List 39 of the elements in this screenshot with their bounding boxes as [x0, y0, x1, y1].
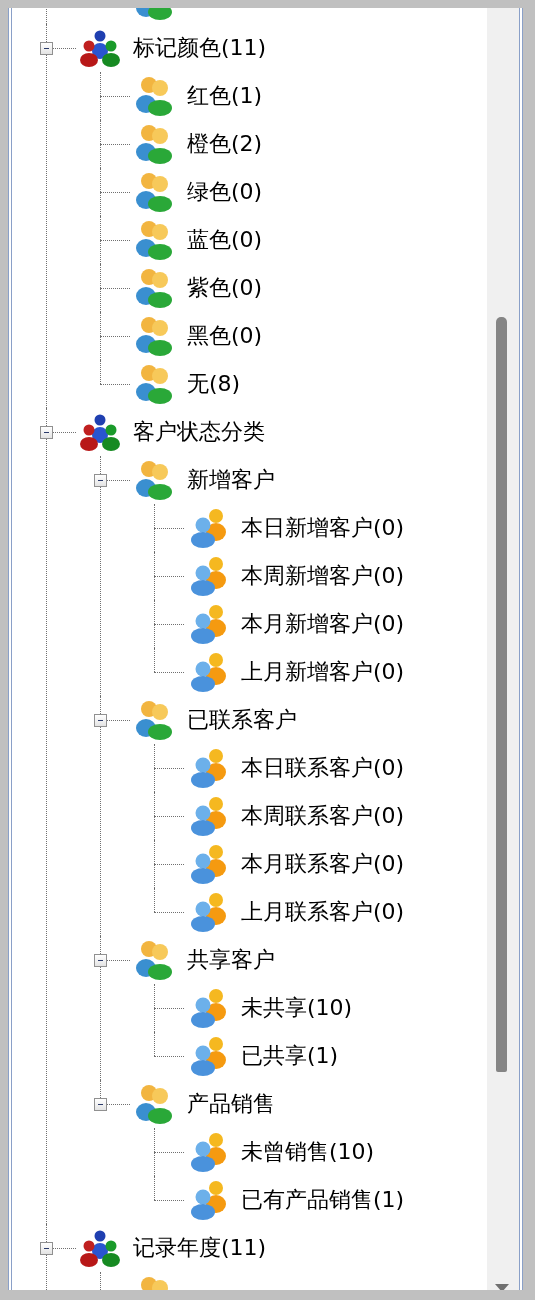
scroll-down-arrow-icon[interactable] — [495, 1284, 509, 1290]
tree-item[interactable]: 本周新增客户(0) — [241, 561, 405, 591]
tree-item[interactable]: 上月联系客户(0) — [241, 897, 405, 927]
collapse-button[interactable] — [94, 954, 107, 967]
three-people-icon — [78, 28, 122, 68]
tree-item[interactable]: 本日新增客户(0) — [241, 513, 405, 543]
tree-item[interactable]: 未共享(10) — [241, 993, 353, 1023]
tree-item[interactable]: 新增客户 — [187, 465, 275, 495]
tree-item[interactable]: 本周联系客户(0) — [241, 801, 405, 831]
tree-item[interactable]: 紫色(0) — [187, 273, 263, 303]
tree-item[interactable]: 本月联系客户(0) — [241, 849, 405, 879]
collapse-button[interactable] — [40, 1242, 53, 1255]
tree-item[interactable]: 产品销售 — [187, 1089, 275, 1119]
tree-item[interactable]: 未曾销售(10) — [241, 1137, 375, 1167]
scrollbar-thumb[interactable] — [496, 317, 507, 1072]
three-people-icon — [78, 1228, 122, 1268]
collapse-button[interactable] — [94, 474, 107, 487]
tree-item[interactable]: 橙色(2) — [187, 129, 263, 159]
tree-item[interactable]: 本日联系客户(0) — [241, 753, 405, 783]
tree-item[interactable]: 本月新增客户(0) — [241, 609, 405, 639]
tree-item[interactable]: 红色(1) — [187, 81, 263, 111]
tree-item[interactable]: 已共享(1) — [241, 1041, 339, 1071]
tree-item[interactable]: 已联系客户 — [187, 705, 297, 735]
tree-item[interactable]: 已有产品销售(1) — [241, 1185, 405, 1215]
tree-item[interactable]: 黑色(0) — [187, 321, 263, 351]
collapse-button[interactable] — [40, 42, 53, 55]
collapse-button[interactable] — [40, 426, 53, 439]
tree-item[interactable]: 客户状态分类 — [133, 417, 265, 447]
tree-item[interactable]: 无(8) — [187, 369, 241, 399]
tree-item[interactable]: 蓝色(0) — [187, 225, 263, 255]
collapse-button[interactable] — [94, 714, 107, 727]
collapse-button[interactable] — [94, 1098, 107, 1111]
tree-item[interactable]: 共享客户 — [187, 945, 275, 975]
tree-item[interactable]: 绿色(0) — [187, 177, 263, 207]
scrollbar-track[interactable] — [487, 8, 519, 1290]
tree-item[interactable]: 上月新增客户(0) — [241, 657, 405, 687]
tree-item[interactable]: 标记颜色(11) — [133, 33, 267, 63]
tree-item[interactable]: 记录年度(11) — [133, 1233, 267, 1263]
three-people-icon — [78, 412, 122, 452]
